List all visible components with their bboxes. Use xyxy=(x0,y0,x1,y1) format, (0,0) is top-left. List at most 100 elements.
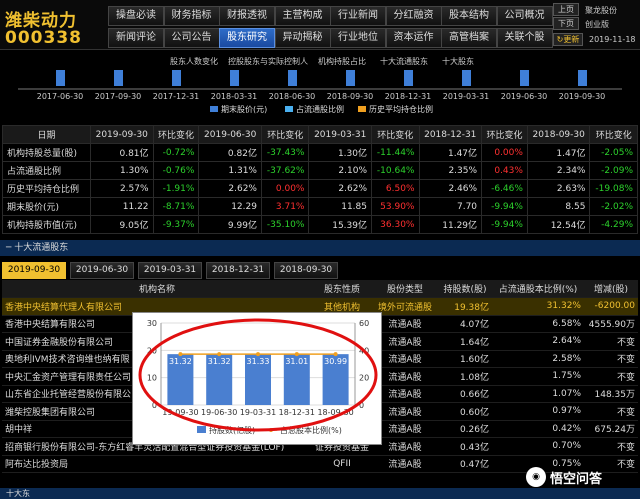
holder-cell: 0.66亿 xyxy=(438,385,492,403)
metric-cell: -6.46% xyxy=(481,179,528,198)
subnav-holder-count[interactable]: 股东人数变化 xyxy=(170,56,218,67)
nav-nav2-item-4[interactable]: 行业地位 xyxy=(330,28,386,48)
wukong-logo-icon: ◉ xyxy=(526,467,546,487)
holder-cell: 675.24万 xyxy=(584,420,638,438)
period-tab-3[interactable]: 2018-12-31 xyxy=(206,262,270,279)
nav-nav2-item-6[interactable]: 高管档案 xyxy=(441,28,497,48)
next-section-title: 十大东 xyxy=(0,488,640,499)
metric-cell: 机构持股总量(股) xyxy=(2,143,91,162)
company-name[interactable]: 聚龙股份 xyxy=(585,5,617,16)
right-panel: 上页 下页 聚龙股份 创业版 ↻更新 2019-11-18 xyxy=(553,3,637,48)
holder-cell: 不变 xyxy=(584,350,638,368)
metric-cell: -9.94% xyxy=(481,215,528,234)
refresh-button[interactable]: ↻更新 xyxy=(553,33,583,46)
subnav-top10-holders[interactable]: 十大股东 xyxy=(442,56,474,67)
metric-header: 环比变化 xyxy=(589,125,638,144)
metric-cell: -4.29% xyxy=(589,215,638,234)
metric-cell: -0.76% xyxy=(152,161,200,180)
metric-cell: 1.30% xyxy=(90,161,154,180)
nav-nav1-item-4[interactable]: 行业新闻 xyxy=(330,6,386,26)
period-tab-0[interactable]: 2019-09-30 xyxy=(2,262,66,279)
holder-header: 增减(股) xyxy=(584,280,638,298)
metric-cell: -1.91% xyxy=(152,179,200,198)
period-tab-2[interactable]: 2019-03-31 xyxy=(138,262,202,279)
subnav-top10-float[interactable]: 十大流通股东 xyxy=(380,56,428,67)
sub-navigation: 股东人数变化 控股股东与实际控制人 机构持股占比 十大流通股东 十大股东 xyxy=(0,56,640,70)
metric-cell: 期末股价(元) xyxy=(2,197,91,216)
nav-nav2-item-3[interactable]: 异动揭秘 xyxy=(274,28,331,48)
popup-bar-label: 31.32 xyxy=(169,357,192,366)
holder-cell: 阿布达比投资局 xyxy=(2,455,312,473)
holder-cell: 6.58% xyxy=(492,315,584,333)
metric-cell: 11.22 xyxy=(90,197,154,216)
metric-cell: 12.54亿 xyxy=(526,215,591,234)
metric-cell: 2.57% xyxy=(90,179,154,198)
nav-nav1-item-7[interactable]: 公司概况 xyxy=(496,6,553,26)
metric-row: 历史平均持仓比例 2.57% -1.91% 2.62% 0.00% 2.62% 6.50% 2… xyxy=(2,179,638,198)
metric-header: 2019-03-31 xyxy=(308,125,372,144)
top-chart-tick: 2017-12-31 xyxy=(153,92,200,101)
period-tab-1[interactable]: 2019-06-30 xyxy=(70,262,134,279)
stock-code: 000338 xyxy=(5,28,82,48)
popup-ratio-point xyxy=(294,352,299,357)
popup-legend-label: 占总股本比例(%) xyxy=(280,425,342,435)
metric-cell: 15.39亿 xyxy=(308,215,372,234)
holder-header: 占流通股本比例(%) xyxy=(492,280,584,298)
top-chart-bar xyxy=(172,70,181,86)
holder-cell: 0.42% xyxy=(492,420,584,438)
top-chart-bar xyxy=(404,70,413,86)
metric-cell: 0.00% xyxy=(481,143,528,162)
holder-cell: 流通A股 xyxy=(372,455,438,473)
metric-row: 机构持股市值(元) 9.05亿 -9.37% 9.99亿 -35.10% 15.39亿 36… xyxy=(2,215,638,234)
period-tab-4[interactable]: 2018-09-30 xyxy=(274,262,338,279)
metric-cell: 1.47亿 xyxy=(526,143,591,162)
metric-cell: 11.29亿 xyxy=(418,215,483,234)
top-chart-bar xyxy=(578,70,587,86)
popup-legend-swatch xyxy=(197,426,206,433)
metric-cell: 3.71% xyxy=(260,197,310,216)
holder-cell: 0.47亿 xyxy=(438,455,492,473)
nav-nav2-item-2[interactable]: 股东研究 xyxy=(219,28,275,48)
nav-nav1-item-6[interactable]: 股本结构 xyxy=(441,6,497,26)
metric-cell: -9.37% xyxy=(152,215,200,234)
subnav-institution-ratio[interactable]: 机构持股占比 xyxy=(318,56,366,67)
metric-row: 期末股价(元) 11.22 -8.71% 12.29 3.71% 11.85 53.90% 7… xyxy=(2,197,638,216)
popup-ratio-point xyxy=(256,352,260,357)
metric-header: 环比变化 xyxy=(152,125,200,144)
nav-nav1-item-3[interactable]: 主营构成 xyxy=(274,6,331,26)
subnav-controller[interactable]: 控股股东与实际控制人 xyxy=(228,56,308,67)
holder-cell: 0.97% xyxy=(492,402,584,421)
holder-header: 持股数(股) xyxy=(438,280,492,298)
metric-header: 日期 xyxy=(2,125,91,144)
holder-cell: 2.58% xyxy=(492,350,584,368)
nav-nav2-item-5[interactable]: 资本运作 xyxy=(385,28,442,48)
popup-x-tick: 18-12-31 xyxy=(279,408,315,417)
nav-nav2-item-0[interactable]: 新闻评论 xyxy=(108,28,164,48)
top-chart-bar xyxy=(520,70,529,86)
page-down-button[interactable]: 下页 xyxy=(553,17,579,30)
metric-cell: 0.81亿 xyxy=(90,143,154,162)
holder-cell: 不变 xyxy=(584,402,638,421)
metric-header: 2019-06-30 xyxy=(198,125,262,144)
top-chart-bar xyxy=(288,70,297,86)
top-legend-label: 历史平均持仓比例 xyxy=(369,104,433,114)
nav-nav1-item-1[interactable]: 财务指标 xyxy=(163,6,220,26)
top-chart-tick: 2019-06-30 xyxy=(501,92,548,101)
nav-nav2-item-7[interactable]: 关联个股 xyxy=(496,28,553,48)
top-chart-tick: 2017-06-30 xyxy=(37,92,84,101)
top-legend-label: 占流通股比例 xyxy=(296,104,344,114)
nav-nav1-item-2[interactable]: 财报透视 xyxy=(219,6,275,26)
nav-nav1-item-0[interactable]: 操盘必读 xyxy=(108,6,164,26)
nav-nav1-item-5[interactable]: 分红融资 xyxy=(385,6,442,26)
page-up-button[interactable]: 上页 xyxy=(553,3,579,16)
popup-ratio-point xyxy=(217,352,222,357)
metric-cell: 0.00% xyxy=(260,179,310,198)
nav-nav2-item-1[interactable]: 公司公告 xyxy=(163,28,220,48)
industry-name[interactable]: 创业版 xyxy=(585,19,609,30)
next-section-text: 十大东 xyxy=(6,489,30,498)
popup-ratio-point xyxy=(333,352,338,357)
metric-header: 2019-09-30 xyxy=(90,125,154,144)
holder-cell: 1.08亿 xyxy=(438,367,492,386)
stock-header: 潍柴动力 000338 操盘必读 财务指标 财报透视 主营构成 行业新闻 分红融资 股本结构… xyxy=(0,0,640,50)
metric-header: 2018-12-31 xyxy=(418,125,483,144)
